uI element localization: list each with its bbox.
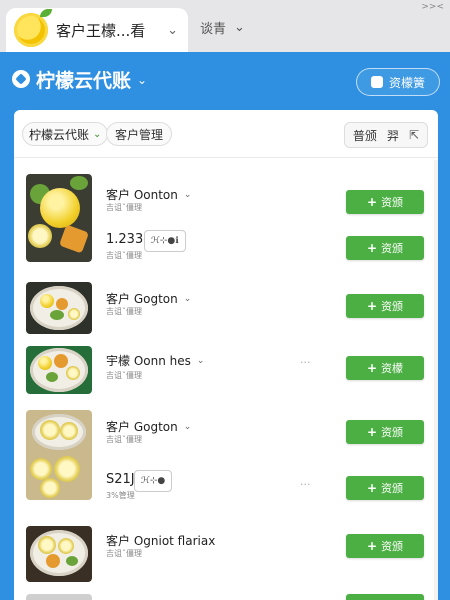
add-button-label: 资颁 — [381, 540, 404, 553]
customer-list: 客户 Oonton ⌄ 吉诅ˇ僵理 + 资颁 1.2336 吉诅ˇ僵理 ℋ⊹●ℹ… — [14, 160, 438, 600]
status-chip-label: ℋ⊹●ℹ — [151, 236, 179, 246]
customer-name-text: 客户 Oonton — [106, 188, 178, 202]
app-logo-icon — [12, 70, 30, 88]
chevron-down-icon: ⌄ — [137, 72, 148, 87]
product-image — [26, 526, 92, 582]
tab-active[interactable]: 客户王檬...看 ⌄ — [6, 8, 188, 52]
sort-arrow-icon: ⇱ — [408, 128, 419, 142]
chevron-down-icon[interactable]: ⌄ — [167, 23, 178, 38]
list-item[interactable]: 客户 Ogniot flariax 吉诅ˇ僵理 + 资颁 — [14, 522, 438, 586]
add-button[interactable]: + 资颁 — [346, 190, 424, 214]
plus-icon: + — [366, 241, 378, 255]
add-button[interactable]: + 资颁 — [346, 294, 424, 318]
customer-name-text: 客户 Ogniot flariax — [106, 534, 216, 548]
list-item[interactable]: 客户 Gogton ⌄ 吉诅ˇ僵理 + 资颁 — [14, 278, 438, 342]
plus-icon: + — [366, 481, 378, 495]
add-button-label: 资颁 — [381, 242, 404, 255]
customer-subtitle: 3%管理 — [106, 491, 135, 500]
customer-subtitle: 吉诅ˇ僵理 — [106, 435, 142, 444]
browser-tab-strip: 客户王檬...看 ⌄ 谈青 ⌄ >>< — [0, 0, 450, 52]
add-button[interactable]: + 资檬 — [346, 356, 424, 380]
app-header: 柠檬云代账 ⌄ 资檬簧 — [0, 52, 450, 110]
add-button[interactable]: + 资颁 — [346, 476, 424, 500]
list-item[interactable]: 客户 Gogton ⌄ 吉诅ˇ僵理 + 资颁 — [14, 406, 438, 500]
tab-title: 客户王檬...看 — [56, 21, 146, 40]
add-button-label: 资颁 — [381, 482, 404, 495]
sort-extra: 羿 — [386, 128, 399, 143]
customer-name: 客户 Ogniot flariax — [106, 532, 215, 549]
status-chip[interactable]: ℋ⊹●ℹ — [144, 230, 186, 252]
plus-icon: + — [366, 539, 378, 553]
more-icon[interactable]: ··· — [300, 356, 311, 369]
document-icon — [370, 76, 383, 88]
plus-icon: + — [366, 361, 378, 375]
filter-dropdown[interactable]: 柠檬云代账 ⌄ — [22, 122, 109, 146]
product-image — [26, 594, 92, 600]
tab-second-label: 谈青 — [200, 22, 227, 37]
add-button[interactable] — [346, 594, 424, 600]
main-panel: 柠檬云代账 ⌄ 客户管理 普颁 羿 ⇱ 客户 Oonton ⌄ 吉诅ˇ僵理 + … — [14, 110, 438, 600]
customer-subtitle: 吉诅ˇ僵理 — [106, 251, 142, 260]
more-icon[interactable]: ··· — [300, 478, 311, 491]
customer-number: S21J — [106, 472, 135, 487]
chevron-down-icon: ⌄ — [234, 20, 245, 35]
product-image — [26, 282, 92, 334]
customer-name: 客户 Gogton ⌄ — [106, 418, 191, 435]
sort-button[interactable]: 普颁 羿 ⇱ — [343, 122, 428, 148]
add-button-label: 资颁 — [381, 426, 404, 439]
filter-label: 柠檬云代账 — [29, 127, 90, 142]
add-button[interactable]: + 资颁 — [346, 534, 424, 558]
window-control[interactable]: >>< — [421, 2, 444, 12]
customer-name-text: 宇檬 Oonn hes — [106, 354, 191, 368]
app-title[interactable]: 柠檬云代账 ⌄ — [36, 66, 147, 93]
customer-name: 客户 Gogton ⌄ — [106, 290, 191, 307]
customer-subtitle: 吉诅ˇ僵理 — [106, 203, 142, 212]
list-item[interactable] — [14, 590, 438, 600]
add-button-label: 资颁 — [381, 196, 404, 209]
header-action-button[interactable]: 资檬簧 — [356, 68, 440, 96]
add-button[interactable]: + 资颁 — [346, 236, 424, 260]
chevron-down-icon: ⌄ — [196, 355, 205, 366]
toolbar: 柠檬云代账 ⌄ 客户管理 普颁 羿 ⇱ — [14, 110, 438, 158]
plus-icon: + — [366, 299, 378, 313]
customer-name-text: 客户 Gogton — [106, 420, 178, 434]
list-item[interactable]: 宇檬 Oonn hes ⌄ 吉诅ˇ僵理 ··· + 资檬 — [14, 342, 438, 404]
status-chip-label: ℋ⊹● — [141, 476, 166, 486]
list-item[interactable]: S21J 3%管理 ℋ⊹● ··· + 资颁 — [14, 462, 438, 518]
category-label: 客户管理 — [115, 127, 164, 142]
sort-label: 普颁 — [352, 128, 377, 143]
customer-subtitle: 吉诅ˇ僵理 — [106, 371, 142, 380]
scrollbar[interactable] — [434, 160, 438, 600]
lemon-logo-icon — [14, 9, 52, 47]
customer-subtitle: 吉诅ˇ僵理 — [106, 549, 142, 558]
chevron-down-icon: ⌄ — [183, 293, 192, 304]
customer-name-text: 客户 Gogton — [106, 292, 178, 306]
plus-icon: + — [366, 425, 378, 439]
tab-second[interactable]: 谈青 ⌄ — [200, 18, 245, 37]
product-image — [26, 346, 92, 394]
add-button-label: 资檬 — [381, 362, 404, 375]
chevron-down-icon: ⌄ — [93, 128, 102, 140]
add-button[interactable]: + 资颁 — [346, 420, 424, 444]
add-button-label: 资颁 — [381, 300, 404, 313]
category-tab[interactable]: 客户管理 — [106, 122, 173, 146]
chevron-down-icon: ⌄ — [183, 189, 192, 200]
plus-icon: + — [366, 195, 378, 209]
chevron-down-icon: ⌄ — [183, 421, 192, 432]
customer-subtitle: 吉诅ˇ僵理 — [106, 307, 142, 316]
app-title-label: 柠檬云代账 — [36, 70, 132, 92]
status-chip[interactable]: ℋ⊹● — [134, 470, 173, 492]
customer-name: 宇檬 Oonn hes ⌄ — [106, 352, 204, 369]
header-action-label: 资檬簧 — [388, 75, 425, 90]
customer-name: 客户 Oonton ⌄ — [106, 186, 191, 203]
list-item[interactable]: 1.2336 吉诅ˇ僵理 ℋ⊹●ℹ + 资颁 — [14, 224, 438, 284]
